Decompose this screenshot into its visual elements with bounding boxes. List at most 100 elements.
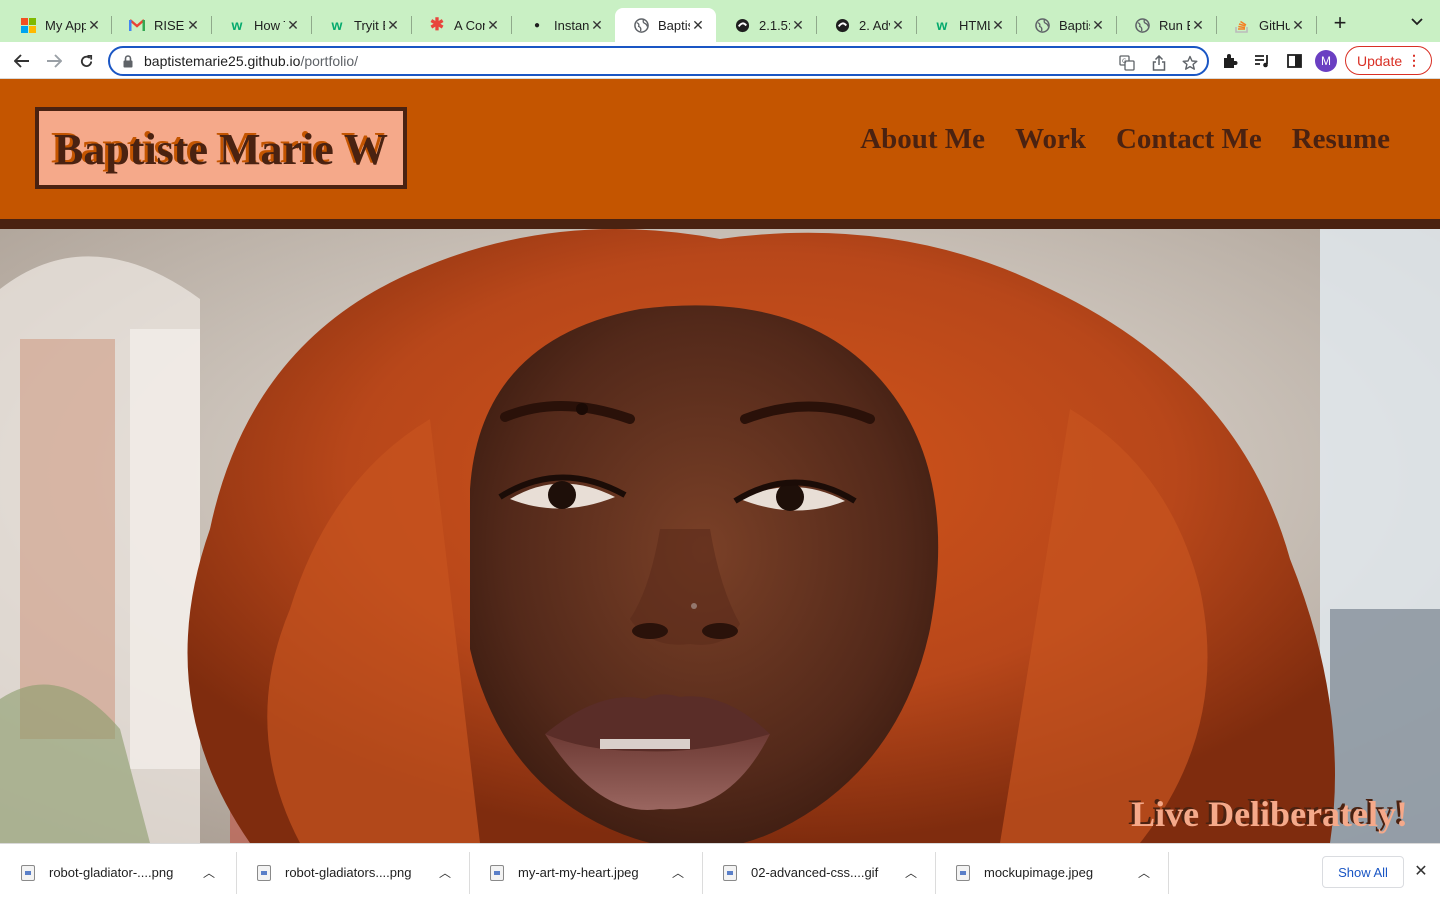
tab-baptiste-2[interactable]: Baptiste ✕: [1016, 8, 1116, 42]
tab-tryit[interactable]: w Tryit Editor ✕: [311, 8, 411, 42]
tab-close-icon[interactable]: ✕: [790, 17, 806, 33]
tab-close-icon[interactable]: ✕: [589, 17, 605, 33]
tab-title: 2. Advanced: [859, 17, 890, 33]
header-bottom-border: [0, 219, 1440, 229]
tab-title: Run Buttons: [1159, 17, 1190, 33]
tab-title: How To: [254, 17, 285, 33]
nav-link-contact-me[interactable]: Contact Me: [1116, 123, 1262, 156]
hero-tagline: Live Deliberately!: [1131, 794, 1408, 834]
download-item[interactable]: my-art-my-heart.jpeg ︿: [469, 844, 702, 901]
image-file-icon: [723, 864, 737, 881]
tab-215-css[interactable]: 2.1.5: CSS ✕: [716, 8, 816, 42]
tab-advanced[interactable]: 2. Advanced ✕: [816, 8, 916, 42]
tab-title: My Apps: [45, 17, 86, 33]
image-file-icon: [257, 864, 271, 881]
tab-title: A Complete: [454, 17, 485, 33]
forward-arrow-icon[interactable]: [41, 48, 67, 74]
new-tab-plus-icon[interactable]: +: [1328, 12, 1352, 36]
bookmark-star-icon[interactable]: [1181, 54, 1199, 72]
tab-title: Tryit Editor: [354, 17, 385, 33]
gmail-icon: [129, 17, 145, 33]
download-separator: [1168, 852, 1169, 894]
side-panel-icon[interactable]: [1284, 51, 1304, 71]
chevron-up-icon[interactable]: ︿: [199, 864, 219, 881]
tab-github[interactable]: GitHub ✕: [1216, 8, 1316, 42]
url-path: /portfolio/: [300, 53, 359, 69]
tab-close-icon[interactable]: ✕: [1290, 17, 1306, 33]
nav-link-resume[interactable]: Resume: [1292, 123, 1390, 156]
hero-image: Live Deliberately!: [0, 229, 1440, 843]
nav-link-about-me[interactable]: About Me: [860, 123, 985, 156]
tab-html[interactable]: w HTML ✕: [916, 8, 1016, 42]
tab-close-icon[interactable]: ✕: [385, 17, 401, 33]
w3schools-icon: w: [231, 17, 243, 33]
tab-close-icon[interactable]: ✕: [285, 17, 301, 33]
download-item[interactable]: robot-gladiator-....png ︿: [0, 844, 233, 901]
site-nav: About Me Work Contact Me Resume: [860, 123, 1390, 156]
site-logo[interactable]: Baptiste Marie W: [35, 107, 407, 189]
tab-title: 2.1.5: CSS: [759, 17, 790, 33]
share-icon[interactable]: [1150, 54, 1168, 72]
download-filename: my-art-my-heart.jpeg: [518, 865, 639, 880]
tab-title: RISE Edu: [154, 17, 185, 33]
chevron-up-icon[interactable]: ︿: [901, 864, 921, 881]
tab-title: Baptiste: [1059, 17, 1090, 33]
update-label: Update: [1357, 52, 1403, 69]
address-bar[interactable]: baptistemarie25.github.io/portfolio/ G: [108, 46, 1209, 76]
translate-icon[interactable]: G: [1118, 54, 1136, 72]
lock-icon: [121, 54, 135, 68]
globe-icon: [633, 17, 649, 33]
chevron-up-icon[interactable]: ︿: [1134, 864, 1154, 881]
tab-run-buttons[interactable]: Run Buttons ✕: [1116, 8, 1216, 42]
nav-link-work[interactable]: Work: [1015, 123, 1086, 156]
tab-how-to[interactable]: w How To ✕: [211, 8, 311, 42]
tab-title: Instant: [554, 17, 589, 33]
tab-rise[interactable]: RISE Edu ✕: [111, 8, 211, 42]
w3schools-icon: w: [331, 17, 343, 33]
download-filename: 02-advanced-css....gif: [751, 865, 879, 880]
asterisk-icon: ✱: [429, 15, 445, 34]
w3schools-icon: w: [936, 17, 948, 33]
menu-kebab-icon: ⋮: [1407, 52, 1421, 68]
tab-close-icon[interactable]: ✕: [690, 17, 706, 33]
show-all-button[interactable]: Show All: [1322, 856, 1404, 888]
download-item[interactable]: 02-advanced-css....gif ︿: [702, 844, 935, 901]
stackoverflow-icon: [1234, 17, 1250, 33]
microsoft-icon: [20, 17, 36, 33]
media-queue-icon[interactable]: [1252, 51, 1272, 71]
extensions-puzzle-icon[interactable]: [1220, 51, 1240, 71]
tab-close-icon[interactable]: ✕: [485, 17, 501, 33]
tab-close-icon[interactable]: ✕: [890, 17, 906, 33]
back-arrow-icon[interactable]: [9, 48, 35, 74]
site-logo-text: Baptiste Marie W: [53, 125, 389, 174]
tab-baptiste-active[interactable]: Baptiste ✕: [615, 8, 716, 42]
chevron-up-icon[interactable]: ︿: [435, 864, 455, 881]
chevron-up-icon[interactable]: ︿: [668, 864, 688, 881]
downloads-bar: robot-gladiator-....png ︿ robot-gladiato…: [0, 843, 1440, 900]
tab-close-icon[interactable]: ✕: [185, 17, 201, 33]
tab-my-apps[interactable]: My Apps ✕: [2, 8, 112, 42]
reload-icon[interactable]: [73, 48, 99, 74]
close-downloads-icon[interactable]: ✕: [1411, 862, 1431, 882]
profile-avatar[interactable]: M: [1315, 50, 1337, 72]
download-item[interactable]: mockupimage.jpeg ︿: [935, 844, 1168, 901]
tab-close-icon[interactable]: ✕: [86, 17, 102, 33]
download-item[interactable]: robot-gladiators....png ︿: [236, 844, 469, 901]
browser-toolbar: baptistemarie25.github.io/portfolio/ G M…: [0, 42, 1440, 79]
image-file-icon: [21, 864, 35, 881]
tab-close-icon[interactable]: ✕: [1190, 17, 1206, 33]
tab-title: Baptiste: [658, 17, 690, 33]
download-filename: mockupimage.jpeg: [984, 865, 1094, 880]
url-text: baptistemarie25.github.io/portfolio/: [144, 53, 358, 69]
update-button[interactable]: Update ⋮: [1345, 46, 1432, 75]
tab-close-icon[interactable]: ✕: [1090, 17, 1106, 33]
tab-a-complete[interactable]: ✱ A Complete ✕: [411, 8, 511, 42]
tab-instant[interactable]: ● Instant ✕: [511, 8, 615, 42]
tab-close-icon[interactable]: ✕: [990, 17, 1006, 33]
hero-portrait-illustration: [0, 229, 1440, 843]
image-file-icon: [956, 864, 970, 881]
url-host: baptistemarie25.github.io: [144, 53, 301, 69]
globe-icon: [1034, 17, 1050, 33]
tab-search-chevron-icon[interactable]: [1406, 13, 1428, 35]
edx-icon: [734, 17, 750, 33]
